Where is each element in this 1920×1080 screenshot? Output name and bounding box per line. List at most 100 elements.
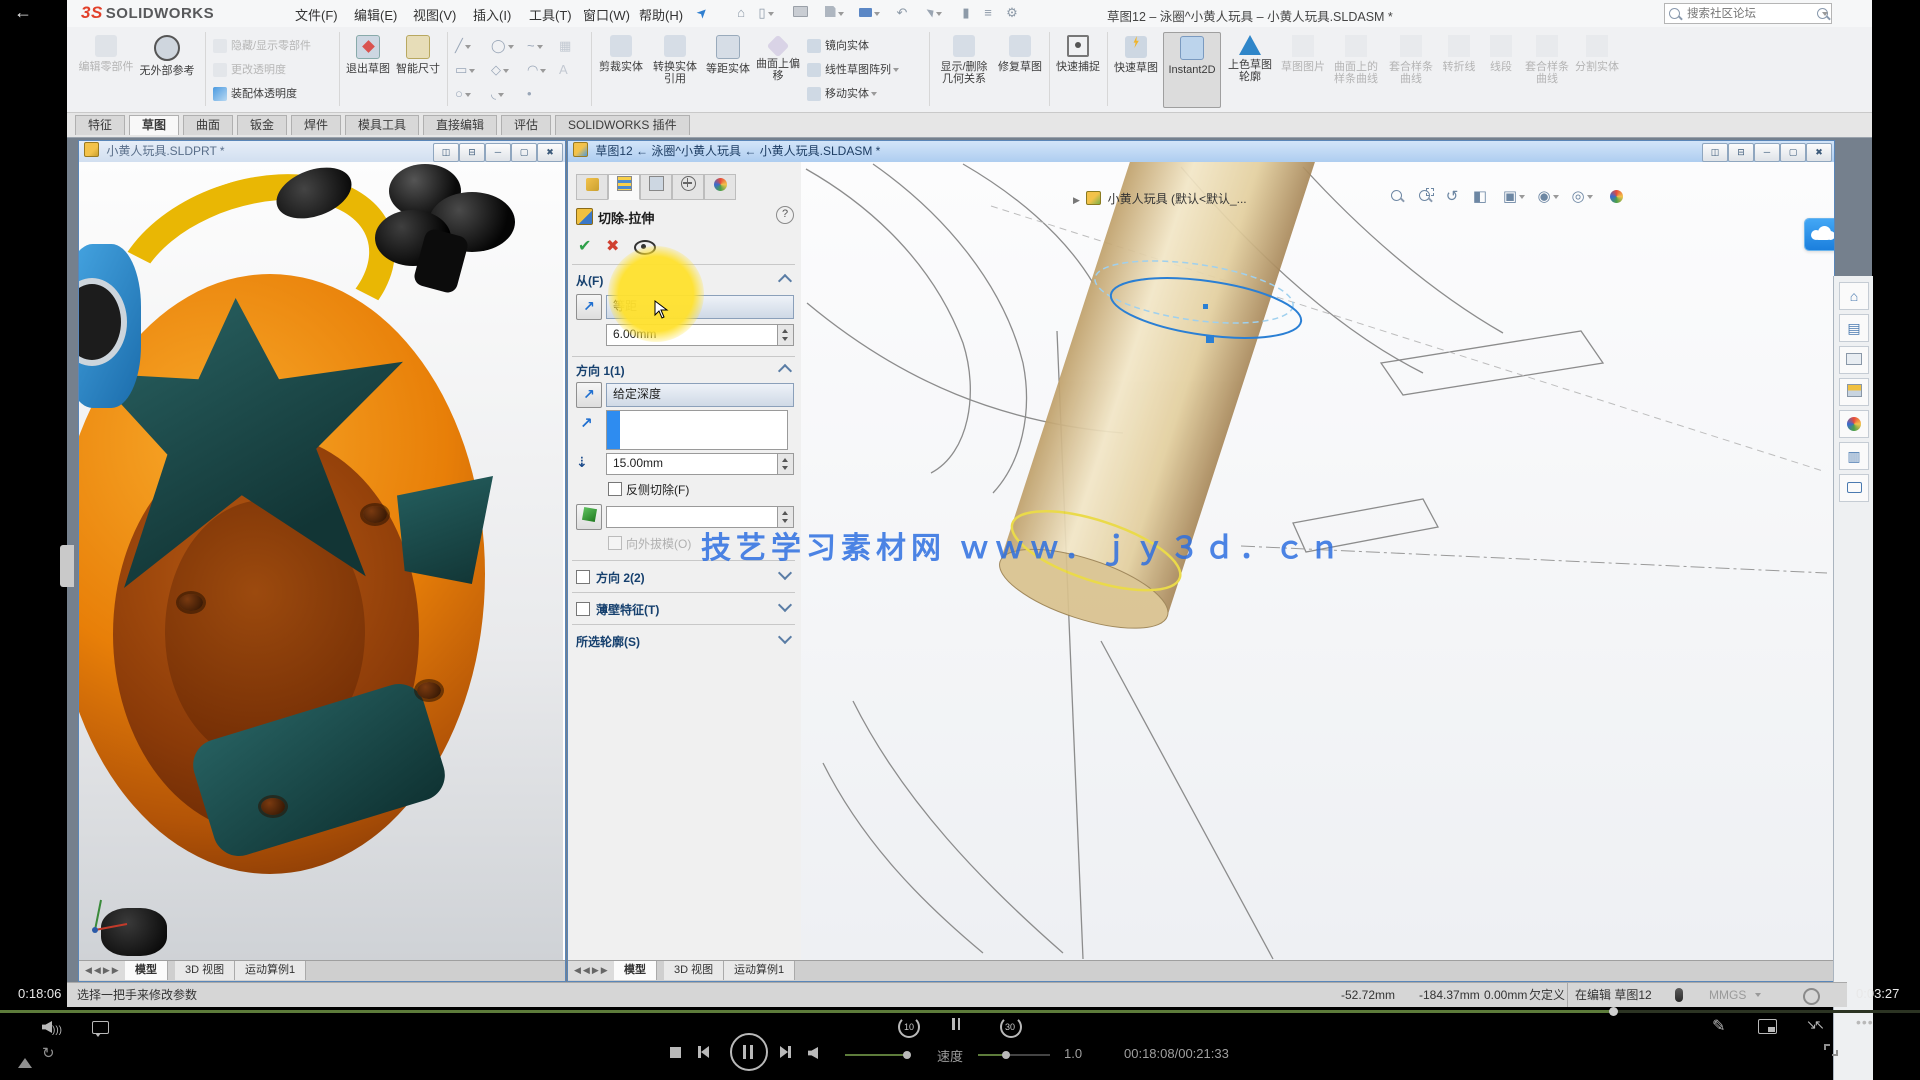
- menu-tools[interactable]: 工具(T): [529, 5, 572, 24]
- zoom-area-icon[interactable]: [1412, 186, 1436, 208]
- sketch-picture-button[interactable]: 草图图片: [1281, 32, 1325, 106]
- tab-direct-editing[interactable]: 直接编辑: [423, 115, 497, 135]
- loop-icon[interactable]: ↻: [42, 1044, 55, 1062]
- selected-contours-expand-chevron[interactable]: [778, 630, 792, 644]
- hide-show-items-icon[interactable]: ◎: [1570, 186, 1594, 208]
- view-palette-icon[interactable]: [1839, 378, 1869, 406]
- from-collapse-chevron[interactable]: [778, 274, 792, 288]
- assembly-split-vertical-button[interactable]: ⊟: [1728, 143, 1754, 162]
- file-properties-icon[interactable]: ≡: [979, 5, 997, 21]
- mirror-entities-row[interactable]: 镜向实体: [807, 35, 869, 57]
- assembly-minimize-button[interactable]: ─: [1754, 143, 1780, 162]
- ellipse-tool-icon[interactable]: ○: [455, 83, 485, 105]
- assembly-tab-motion-study[interactable]: 运动算例1: [724, 961, 795, 980]
- shrink-screen-icon[interactable]: ↘↖: [1806, 1017, 1825, 1033]
- hide-show-components-row[interactable]: 隐藏/显示零部件: [213, 35, 311, 57]
- spline-tool-icon[interactable]: ~: [527, 35, 557, 57]
- exit-sketch-button[interactable]: 退出草图: [345, 32, 391, 106]
- forward-30-icon[interactable]: 30: [1000, 1016, 1022, 1038]
- split-entities-button[interactable]: 分割实体: [1575, 32, 1619, 106]
- display-delete-relations-button[interactable]: 显示/删除几何关系: [935, 32, 993, 106]
- player-back-button[interactable]: ←: [14, 2, 32, 23]
- feature-tree-flyout[interactable]: ▶ 小黄人玩具 (默认<默认_...: [1073, 190, 1247, 207]
- direction1-collapse-chevron[interactable]: [778, 364, 792, 378]
- offset-entities-button[interactable]: 等距实体: [705, 32, 751, 106]
- jog-line-button[interactable]: 转折线: [1439, 32, 1479, 106]
- part-split-horizontal-button[interactable]: ◫: [433, 143, 459, 162]
- fillet-tool-icon[interactable]: ◟: [491, 83, 521, 105]
- edit-component-button[interactable]: 编辑零部件: [77, 32, 135, 106]
- draft-button[interactable]: [576, 504, 602, 530]
- new-document-icon[interactable]: ▯: [757, 5, 775, 21]
- select-arrow-icon[interactable]: [925, 5, 945, 21]
- from-combo[interactable]: 等距: [606, 295, 794, 319]
- seek-playhead[interactable]: [1609, 1007, 1618, 1016]
- shaded-sketch-contours-button[interactable]: 上色草图轮廓: [1225, 32, 1275, 106]
- home-icon[interactable]: ⌂: [732, 5, 750, 21]
- next-button[interactable]: [780, 1046, 791, 1061]
- depth-spinner[interactable]: [777, 454, 793, 474]
- pm-preview-eye-icon[interactable]: [634, 240, 656, 255]
- pm-tab-displaymanager[interactable]: [704, 174, 736, 200]
- direction1-combo[interactable]: 给定深度: [606, 383, 794, 407]
- part-restore-button[interactable]: ▢: [511, 143, 537, 162]
- tree-item-label[interactable]: 小黄人玩具 (默认<默认_...: [1108, 192, 1247, 206]
- part-tab-motion-study[interactable]: 运动算例1: [235, 961, 306, 980]
- tab-evaluate[interactable]: 评估: [501, 115, 551, 135]
- tab-features[interactable]: 特征: [75, 115, 125, 135]
- left-panel-handle[interactable]: [60, 545, 74, 587]
- assembly-tab-nav-arrows[interactable]: ◀◀▶▶: [568, 961, 617, 980]
- line-tool-icon[interactable]: ╱: [455, 35, 485, 57]
- volume-slider[interactable]: [845, 1054, 910, 1056]
- assembly-tab-3dviews[interactable]: 3D 视图: [664, 961, 724, 980]
- assembly-transparency-row[interactable]: 装配体透明度: [213, 83, 297, 105]
- change-transparency-row[interactable]: 更改透明度: [213, 59, 286, 81]
- appearances-scenes-icon[interactable]: [1839, 410, 1869, 438]
- pm-ok-button[interactable]: ✔: [578, 236, 591, 256]
- direction1-reverse-button[interactable]: ↗: [576, 382, 602, 408]
- undo-icon[interactable]: ↶: [893, 5, 911, 21]
- community-search[interactable]: [1664, 3, 1832, 24]
- draft-outward-checkbox[interactable]: [608, 536, 622, 550]
- assembly-split-horizontal-button[interactable]: ◫: [1702, 143, 1728, 162]
- part-window-titlebar[interactable]: 小黄人玩具.SLDPRT * ◫ ⊟ ─ ▢ ✖: [79, 141, 565, 162]
- sketch-point-handle[interactable]: [1206, 335, 1214, 343]
- part-viewport[interactable]: [79, 162, 563, 962]
- volume-icon[interactable]: ))): [42, 1021, 62, 1036]
- segment-button[interactable]: 线段: [1483, 32, 1519, 106]
- direction1-selection-box[interactable]: [606, 410, 788, 450]
- no-external-ref-button[interactable]: 无外部参考: [137, 32, 197, 106]
- options-gear-icon[interactable]: ⚙: [1003, 5, 1021, 21]
- tab-weldments[interactable]: 焊件: [291, 115, 341, 135]
- help-icon[interactable]: ?: [776, 206, 794, 224]
- speed-slider[interactable]: [978, 1054, 1050, 1056]
- drag-upload-button[interactable]: 拖拽上传: [1804, 218, 1834, 251]
- quick-snaps-button[interactable]: 快速捕捉: [1055, 32, 1101, 106]
- tab-mold-tools[interactable]: 模具工具: [345, 115, 419, 135]
- from-offset-input[interactable]: 6.00mm: [606, 324, 794, 346]
- assembly-window[interactable]: 草图12 ← 泳圈^小黄人玩具 ← 小黄人玩具.SLDASM * ◫ ⊟ ─ ▢…: [567, 140, 1835, 982]
- status-performance-icon[interactable]: [1803, 988, 1820, 1005]
- stop-button[interactable]: [670, 1047, 681, 1058]
- part-tab-nav-arrows[interactable]: ◀◀▶▶: [79, 961, 128, 980]
- spline-on-surface-button[interactable]: 曲面上的样条曲线: [1329, 32, 1383, 106]
- open-file-icon[interactable]: [789, 5, 811, 21]
- assembly-window-titlebar[interactable]: 草图12 ← 泳圈^小黄人玩具 ← 小黄人玩具.SLDASM * ◫ ⊟ ─ ▢…: [568, 141, 1834, 162]
- part-close-button[interactable]: ✖: [537, 143, 563, 162]
- assembly-tab-model[interactable]: 模型: [614, 961, 657, 980]
- depth-input[interactable]: 15.00mm: [606, 453, 794, 475]
- subtitle-icon[interactable]: [92, 1021, 109, 1037]
- fit-spline2-button[interactable]: 套合样条曲线: [1523, 32, 1571, 106]
- assembly-restore-button[interactable]: ▢: [1780, 143, 1806, 162]
- part-tab-model[interactable]: 模型: [125, 961, 168, 980]
- from-direction-button[interactable]: ↗: [576, 294, 602, 320]
- pm-tab-featuremanager[interactable]: [576, 174, 608, 200]
- zoom-fit-icon[interactable]: [1384, 186, 1408, 208]
- seek-bar[interactable]: [0, 1010, 1920, 1013]
- part-tab-3dviews[interactable]: 3D 视图: [175, 961, 235, 980]
- direction2-expand-chevron[interactable]: [778, 566, 792, 580]
- play-pause-button[interactable]: [730, 1033, 768, 1071]
- smart-dimension-button[interactable]: 智能尺寸: [395, 32, 441, 106]
- fullscreen-icon[interactable]: [1824, 1044, 1838, 1056]
- mute-icon[interactable]: [808, 1047, 818, 1062]
